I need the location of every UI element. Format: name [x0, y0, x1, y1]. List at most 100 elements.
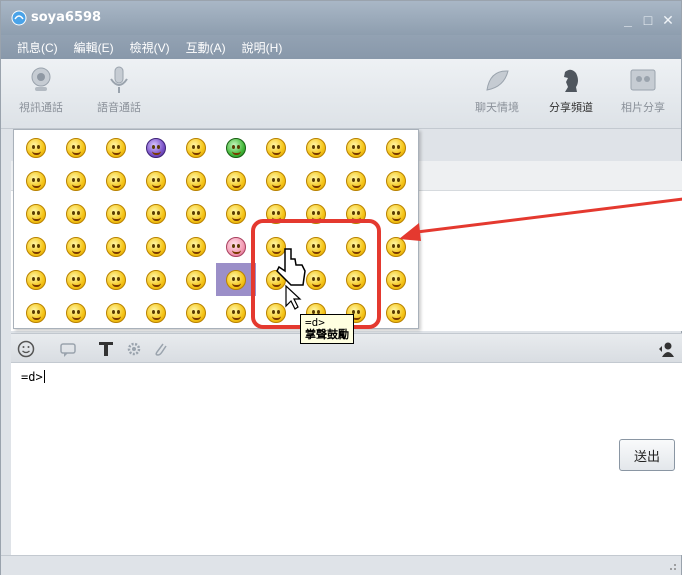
emoticon-icon[interactable]	[17, 340, 35, 358]
message-input-text: =d>	[21, 370, 45, 384]
emoticon-cell[interactable]	[376, 296, 416, 329]
emoticon-cell[interactable]	[176, 230, 216, 263]
send-button[interactable]: 送出	[619, 439, 675, 471]
emoticon-cell[interactable]	[56, 263, 96, 296]
message-input[interactable]	[11, 363, 682, 555]
emoticon-cell[interactable]	[176, 164, 216, 197]
emoticon-cell[interactable]	[216, 131, 256, 164]
title-bar[interactable]: soya6598 _ □ ✕	[1, 1, 681, 35]
emoticon-mouth	[112, 184, 121, 188]
emoticon-cell[interactable]	[96, 164, 136, 197]
emoticon-mouth	[152, 217, 161, 221]
emoticon-cell[interactable]	[256, 164, 296, 197]
emoticon-face-icon	[66, 138, 86, 158]
emoticon-mouth	[152, 250, 161, 254]
emoticon-face-icon	[186, 138, 206, 158]
annotation-highlight-box	[251, 219, 381, 329]
emoticon-face-icon	[346, 171, 366, 191]
emoticon-cell[interactable]	[136, 230, 176, 263]
emoticon-cell[interactable]	[56, 131, 96, 164]
emoticon-face-icon	[26, 237, 46, 257]
gear-icon[interactable]	[125, 340, 143, 358]
emoticon-mouth	[32, 283, 41, 287]
emoticon-cell[interactable]	[96, 263, 136, 296]
emoticon-cell[interactable]	[16, 263, 56, 296]
emoticon-mouth	[152, 283, 161, 287]
emoticon-cell[interactable]	[336, 164, 376, 197]
close-button[interactable]: ✕	[661, 13, 675, 27]
menu-view[interactable]: 檢視(V)	[130, 39, 170, 56]
resize-grip-icon[interactable]	[667, 561, 677, 571]
emoticon-cell[interactable]	[96, 230, 136, 263]
emoticon-cell[interactable]	[56, 230, 96, 263]
chat-mood-button[interactable]: 聊天情境	[475, 65, 519, 115]
emoticon-cell[interactable]	[16, 197, 56, 230]
emoticon-cell[interactable]	[176, 197, 216, 230]
menu-edit[interactable]: 編輯(E)	[74, 39, 114, 56]
emoticon-cell[interactable]	[176, 296, 216, 329]
emoticon-cell[interactable]	[136, 296, 176, 329]
emoticon-cell[interactable]	[336, 131, 376, 164]
nudge-icon[interactable]	[59, 340, 77, 358]
font-icon[interactable]	[97, 340, 115, 358]
emoticon-cell[interactable]	[56, 164, 96, 197]
voice-call-button[interactable]: 語音通話	[97, 65, 141, 115]
emoticon-cell[interactable]	[16, 296, 56, 329]
emoticon-mouth	[32, 151, 41, 155]
emoticon-cell[interactable]	[376, 263, 416, 296]
emoticon-cell[interactable]	[216, 230, 256, 263]
emoticon-cell[interactable]	[136, 131, 176, 164]
emoticon-cell[interactable]	[16, 164, 56, 197]
emoticon-face-icon	[226, 270, 246, 290]
emoticon-cell[interactable]	[376, 164, 416, 197]
emoticon-cell[interactable]	[16, 230, 56, 263]
emoticon-mouth	[32, 250, 41, 254]
emoticon-cell[interactable]	[136, 164, 176, 197]
emoticon-cell[interactable]	[56, 296, 96, 329]
paperclip-icon[interactable]	[151, 340, 169, 358]
emoticon-mouth	[232, 316, 241, 320]
video-call-button[interactable]: 視訊通話	[19, 65, 63, 115]
maximize-button[interactable]: □	[641, 13, 655, 27]
emoticon-cell[interactable]	[96, 197, 136, 230]
voice-call-label: 語音通話	[97, 102, 141, 114]
emoticon-mouth	[112, 283, 121, 287]
emoticon-cell[interactable]	[176, 263, 216, 296]
menu-interact[interactable]: 互動(A)	[186, 39, 226, 56]
menu-help[interactable]: 說明(H)	[242, 39, 283, 56]
emoticon-cell[interactable]	[136, 263, 176, 296]
emoticon-cell[interactable]	[376, 230, 416, 263]
contact-icon[interactable]	[657, 340, 675, 358]
emoticon-cell[interactable]	[96, 131, 136, 164]
emoticon-mouth	[392, 217, 401, 221]
share-channel-button[interactable]: 分享頻道	[549, 65, 593, 115]
emoticon-cell[interactable]	[16, 131, 56, 164]
emoticon-mouth	[32, 184, 41, 188]
emoticon-mouth	[32, 316, 41, 320]
emoticon-cell[interactable]	[176, 131, 216, 164]
emoticon-cell[interactable]	[296, 164, 336, 197]
main-toolbar: 視訊通話 語音通話 聊天情境 分享頻道 相片分享	[1, 59, 681, 129]
chess-knight-icon	[564, 69, 578, 92]
emoticon-cell[interactable]	[376, 197, 416, 230]
emoticon-cell[interactable]	[136, 197, 176, 230]
emoticon-face-icon	[106, 303, 126, 323]
emoticon-face-icon	[66, 303, 86, 323]
photo-share-button[interactable]: 相片分享	[621, 65, 665, 115]
emoticon-face-icon	[186, 171, 206, 191]
minimize-button[interactable]: _	[621, 13, 635, 27]
emoticon-cell[interactable]	[56, 197, 96, 230]
emoticon-cell[interactable]	[376, 131, 416, 164]
emoticon-mouth	[232, 283, 241, 287]
emoticon-face-icon	[306, 171, 326, 191]
menu-message[interactable]: 訊息(C)	[17, 39, 58, 56]
emoticon-cell[interactable]	[216, 296, 256, 329]
emoticon-cell[interactable]	[216, 197, 256, 230]
emoticon-mouth	[192, 250, 201, 254]
emoticon-cell[interactable]	[216, 164, 256, 197]
emoticon-cell[interactable]	[256, 131, 296, 164]
emoticon-cell[interactable]	[216, 263, 256, 296]
emoticon-cell[interactable]	[296, 131, 336, 164]
emoticon-face-icon	[186, 303, 206, 323]
emoticon-cell[interactable]	[96, 296, 136, 329]
